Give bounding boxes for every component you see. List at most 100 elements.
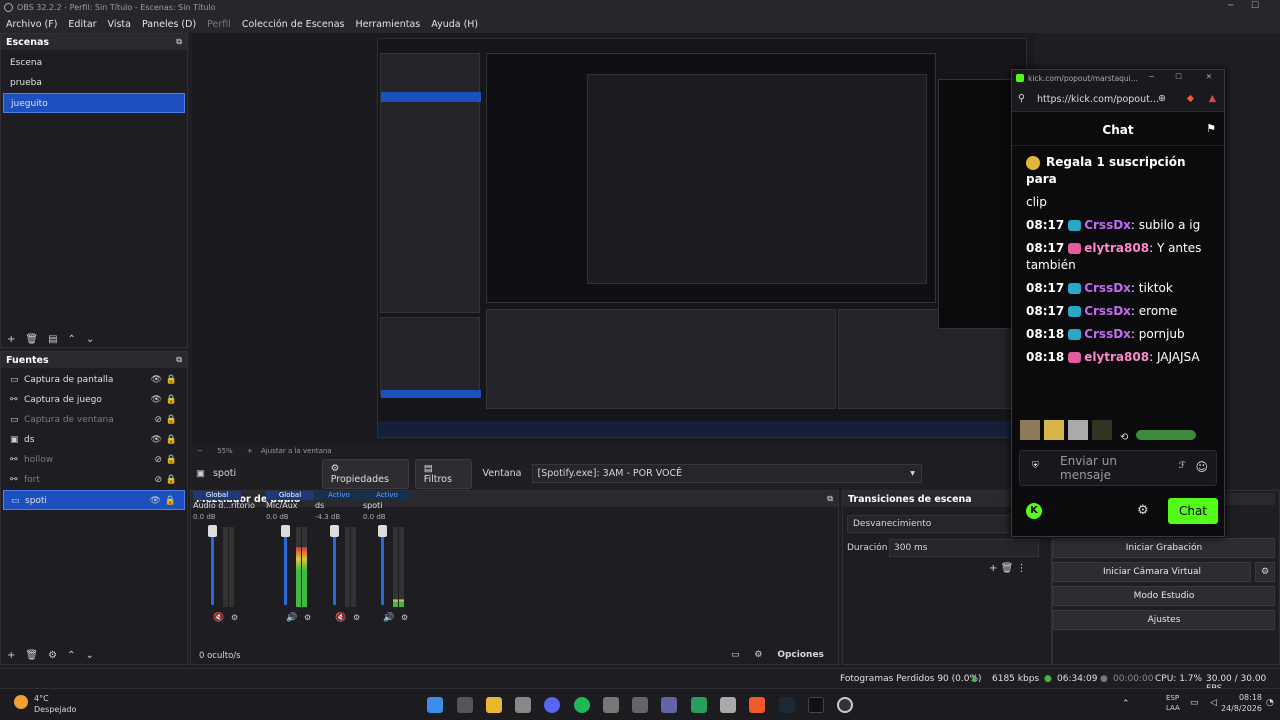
muted-speaker-icon[interactable]: 🔇: [213, 613, 224, 623]
brave-rewards-icon[interactable]: ▲: [1209, 93, 1216, 104]
volume-slider[interactable]: [284, 527, 287, 605]
volume-slider-handle[interactable]: [378, 525, 387, 537]
teams-icon[interactable]: [661, 697, 677, 713]
channel-name[interactable]: Audio d...ritorio: [193, 501, 255, 510]
move-down-icon[interactable]: ⌄: [86, 334, 94, 345]
trash-icon[interactable]: 🗑: [1001, 563, 1014, 574]
brave-icon[interactable]: [749, 697, 765, 713]
source-item[interactable]: ▭ spoti 👁 🔒: [3, 490, 185, 510]
remove-source-icon[interactable]: 🗑: [25, 650, 38, 661]
menu-coleccion-escenas[interactable]: Colección de Escenas: [242, 19, 345, 30]
virtual-camera-button[interactable]: Iniciar Cámara Virtual: [1053, 562, 1251, 582]
popout-icon[interactable]: ⧉: [827, 494, 833, 504]
gift-icon[interactable]: ⚑: [1206, 122, 1216, 135]
popout-icon[interactable]: ⧉: [176, 355, 182, 365]
channel-settings-icon[interactable]: ⚙: [304, 613, 311, 622]
lock-icon[interactable]: 🔒: [165, 491, 176, 511]
mail-icon[interactable]: [603, 697, 619, 713]
mixer-advanced-icon[interactable]: ⚙: [754, 650, 762, 660]
chat-input[interactable]: ⛨ Enviar un mensaje ℱ ☺: [1019, 450, 1217, 486]
kick-url-bar[interactable]: ⚲ https://kick.com/popout... ⊕ ◆ ▲: [1012, 88, 1224, 112]
message-user[interactable]: CrssDx: [1084, 327, 1131, 341]
menu-archivo[interactable]: Archivo (F): [6, 19, 57, 30]
discord-icon[interactable]: [544, 697, 560, 713]
move-down-icon[interactable]: ⌄: [85, 650, 93, 661]
minimize-icon[interactable]: ─: [1228, 1, 1233, 11]
speaker-icon[interactable]: 🔊: [383, 613, 394, 623]
duration-input[interactable]: 300 ms: [889, 539, 1039, 557]
message-user[interactable]: CrssDx: [1084, 281, 1131, 295]
add-scene-icon[interactable]: +: [7, 334, 15, 345]
more-icon[interactable]: ⋮: [1016, 563, 1026, 574]
channel-name[interactable]: Mic/Aux: [266, 501, 298, 510]
site-settings-icon[interactable]: ⚲: [1018, 93, 1025, 104]
volume-icon[interactable]: ◁: [1210, 698, 1217, 708]
maximize-icon[interactable]: ☐: [1251, 1, 1259, 11]
popout-icon[interactable]: ⧉: [176, 37, 182, 47]
menu-vista[interactable]: Vista: [108, 19, 131, 30]
muted-speaker-icon[interactable]: 🔇: [335, 613, 346, 623]
tiktok-icon[interactable]: [808, 697, 824, 713]
settings-button[interactable]: Ajustes: [1053, 610, 1275, 630]
list-icon[interactable]: ▭: [731, 650, 740, 660]
gear-icon[interactable]: ⚙: [1255, 562, 1275, 582]
eye-icon[interactable]: 👁: [151, 370, 162, 390]
lock-icon[interactable]: 🔒: [166, 450, 177, 470]
channel-name[interactable]: spoti: [363, 501, 383, 510]
channel-name[interactable]: ds: [315, 501, 324, 510]
notifications-icon[interactable]: ◔: [1266, 698, 1274, 708]
zoom-icon[interactable]: ⊕: [1158, 93, 1166, 104]
obs-icon[interactable]: [837, 697, 853, 713]
brave-shield-icon[interactable]: ◆: [1187, 93, 1194, 104]
tray-expand-icon[interactable]: ⌃: [1122, 699, 1130, 709]
eye-icon[interactable]: 👁: [150, 491, 161, 511]
close-icon[interactable]: ✕: [1206, 72, 1212, 81]
send-chat-button[interactable]: Chat: [1168, 498, 1218, 524]
channel-settings-icon[interactable]: ⚙: [231, 613, 238, 622]
eye-icon[interactable]: 👁: [151, 430, 162, 450]
volume-slider-handle[interactable]: [281, 525, 290, 537]
scene-item-jueguito[interactable]: jueguito: [3, 93, 185, 113]
volume-slider-handle[interactable]: [330, 525, 339, 537]
language-code[interactable]: ESP: [1166, 694, 1179, 702]
eye-hidden-icon[interactable]: ⊘: [154, 410, 162, 430]
remove-scene-icon[interactable]: 🗑: [25, 334, 38, 345]
preview-canvas[interactable]: [192, 33, 1035, 445]
add-source-icon[interactable]: +: [7, 650, 15, 661]
menu-editar[interactable]: Editar: [68, 19, 96, 30]
volume-slider-handle[interactable]: [208, 525, 217, 537]
emoji-icon[interactable]: ☺: [1195, 460, 1208, 474]
message-user[interactable]: elytra808: [1084, 241, 1149, 255]
scene-filter-icon[interactable]: ▤: [48, 334, 57, 345]
volume-slider[interactable]: [333, 527, 336, 605]
eye-hidden-icon[interactable]: ⊘: [154, 470, 162, 490]
volume-slider[interactable]: [381, 527, 384, 605]
zoom-in-icon[interactable]: +: [247, 447, 253, 455]
volume-slider[interactable]: [211, 527, 214, 605]
speaker-icon[interactable]: 🔊: [286, 613, 297, 623]
task-view-icon[interactable]: [457, 697, 473, 713]
kick-badge-icon[interactable]: K: [1026, 503, 1042, 519]
source-item[interactable]: ⚯ fort ⊘ 🔒: [3, 470, 185, 490]
properties-button[interactable]: ⚙ Propiedades: [321, 458, 409, 489]
source-item[interactable]: ▭ Captura de pantalla 👁 🔒: [3, 370, 185, 390]
message-user[interactable]: CrssDx: [1084, 218, 1131, 232]
source-item[interactable]: ▣ ds 👁 🔒: [3, 430, 185, 450]
lock-icon[interactable]: 🔒: [166, 470, 177, 490]
spotify-icon[interactable]: [574, 697, 590, 713]
weather-sun-icon[interactable]: [14, 695, 28, 709]
chat-settings-gear-icon[interactable]: ⚙: [1137, 503, 1149, 518]
source-settings-icon[interactable]: ⚙: [48, 650, 57, 661]
scene-item-prueba[interactable]: prueba: [3, 73, 185, 93]
lock-icon[interactable]: 🔒: [166, 390, 177, 410]
add-icon[interactable]: +: [989, 563, 997, 574]
steam-icon[interactable]: [779, 697, 795, 713]
studio-mode-button[interactable]: Modo Estudio: [1053, 586, 1275, 606]
window-select[interactable]: [Spotify.exe]: 3AM - POR VOCÊ ▾: [531, 464, 922, 483]
source-item[interactable]: ⚯ hollow ⊘ 🔒: [3, 450, 185, 470]
fit-window[interactable]: Ajustar a la ventana: [261, 447, 332, 455]
snipping-icon[interactable]: [720, 697, 736, 713]
source-item[interactable]: ⚯ Captura de juego 👁 🔒: [3, 390, 185, 410]
move-up-icon[interactable]: ⌃: [68, 334, 76, 345]
menu-herramientas[interactable]: Herramientas: [356, 19, 421, 30]
